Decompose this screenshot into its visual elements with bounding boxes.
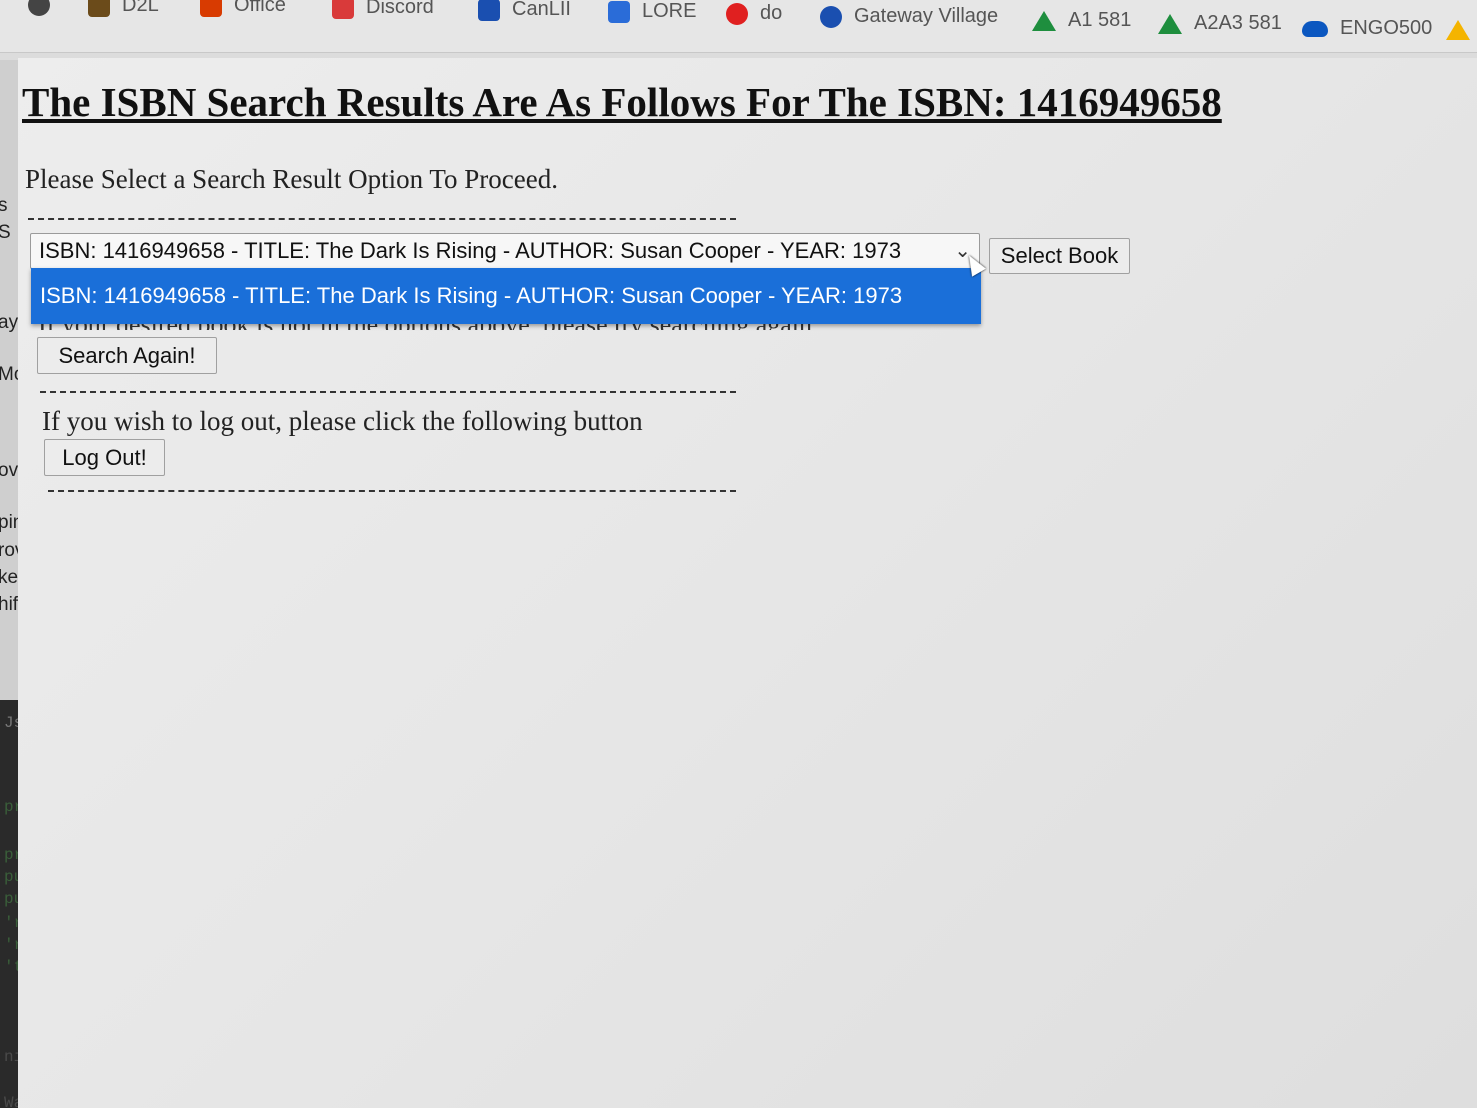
office-icon xyxy=(200,0,222,17)
page-title: The ISBN Search Results Are As Follows F… xyxy=(22,79,1222,125)
bookmark-label: do xyxy=(760,2,783,24)
bookmark-label: D2L xyxy=(122,0,159,16)
discord-icon xyxy=(332,0,354,19)
gateway-icon xyxy=(820,5,842,28)
search-results-select[interactable]: ISBN: 1416949658 - TITLE: The Dark Is Ri… xyxy=(30,233,980,269)
background-text: s xyxy=(0,195,8,216)
bookmark-label: CanLII xyxy=(512,0,571,20)
bookmark-overflow[interactable] xyxy=(1446,20,1470,40)
bookmark-a1-581[interactable]: A1 581 xyxy=(1032,9,1131,32)
divider xyxy=(40,391,736,393)
drive-icon xyxy=(1446,20,1470,40)
docs-icon xyxy=(608,0,630,23)
bookmark-do[interactable]: do xyxy=(726,2,782,25)
background-text: Mo xyxy=(0,364,18,385)
bookmark-gateway-village[interactable]: Gateway Village xyxy=(820,5,998,28)
divider xyxy=(48,490,736,492)
bookmark-label: ENGO500 xyxy=(1340,17,1433,39)
bookmark-office[interactable]: Office xyxy=(200,0,286,17)
background-text: hift xyxy=(0,594,18,615)
d2l-icon xyxy=(88,0,110,17)
background-text: ay xyxy=(0,312,18,333)
canlii-icon xyxy=(478,0,500,21)
bookmark-d2l[interactable]: D2L xyxy=(88,0,159,17)
bookmark-label: LORE xyxy=(642,0,697,22)
onedrive-icon xyxy=(1302,20,1328,37)
drive-icon xyxy=(1032,10,1056,31)
bookmark-label: Gateway Village xyxy=(854,5,999,27)
log-out-button[interactable]: Log Out! xyxy=(44,439,165,476)
select-option[interactable]: ISBN: 1416949658 - TITLE: The Dark Is Ri… xyxy=(40,283,902,309)
background-text: ping xyxy=(0,512,18,533)
logout-instructions: If you wish to log out, please click the… xyxy=(42,406,643,436)
bookmark-label: A1 581 xyxy=(1068,9,1132,31)
bookmark-label: Office xyxy=(234,0,286,16)
bookmark-lore[interactable]: LORE xyxy=(608,0,696,23)
background-text: ov xyxy=(0,460,18,481)
bookmark-back[interactable] xyxy=(28,0,50,16)
background-window-strip: s S ay Mo ov ping rove ketc hift xyxy=(0,60,18,700)
select-prompt: Please Select a Search Result Option To … xyxy=(25,164,558,194)
background-text: ketc xyxy=(0,567,18,588)
bookmarks-bar: D2L Office Discord CanLII LORE do Gatewa… xyxy=(0,0,1477,53)
bookmark-engo500[interactable]: ENGO500 xyxy=(1302,17,1432,40)
select-book-button[interactable]: Select Book xyxy=(989,238,1130,274)
background-text: rove xyxy=(0,540,18,561)
bookmark-label: Discord xyxy=(366,0,434,18)
background-text: S xyxy=(0,222,11,243)
search-again-button[interactable]: Search Again! xyxy=(37,337,217,374)
divider xyxy=(28,218,736,220)
cbc-icon xyxy=(726,2,748,25)
bookmark-canlii[interactable]: CanLII xyxy=(478,0,571,21)
select-value: ISBN: 1416949658 - TITLE: The Dark Is Ri… xyxy=(39,238,902,263)
bookmark-discord[interactable]: Discord xyxy=(332,0,434,19)
page-content: The ISBN Search Results Are As Follows F… xyxy=(18,58,1477,1108)
select-option-list[interactable]: ISBN: 1416949658 - TITLE: The Dark Is Ri… xyxy=(31,268,981,324)
drive-icon xyxy=(1158,13,1182,34)
bookmark-label: A2A3 581 xyxy=(1194,12,1282,34)
refresh-icon xyxy=(28,0,50,16)
bookmark-a2a3-581[interactable]: A2A3 581 xyxy=(1158,12,1282,35)
